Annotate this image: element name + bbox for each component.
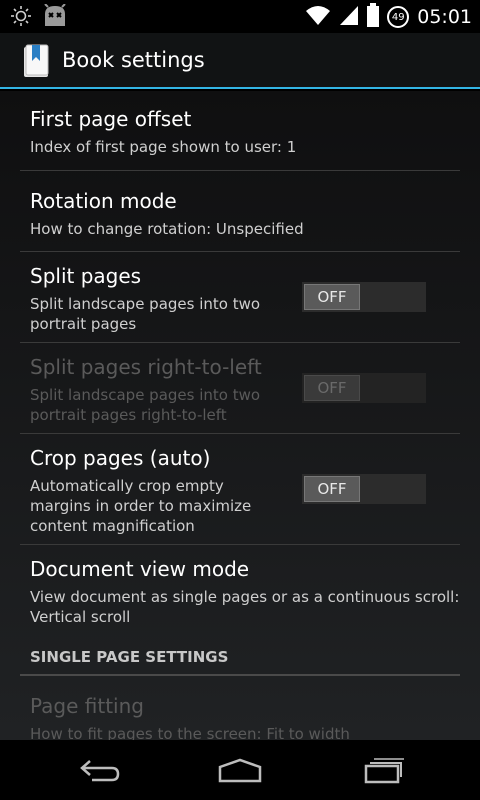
toggle-knob: OFF (304, 476, 360, 502)
pref-page-fitting: Page fitting How to fit pages to the scr… (20, 676, 460, 740)
app-book-icon[interactable] (20, 43, 52, 79)
pref-split-pages[interactable]: Split pages Split landscape pages into t… (20, 252, 460, 343)
toggle-knob: OFF (304, 284, 360, 310)
split-pages-rtl-toggle: OFF (302, 373, 426, 403)
recent-apps-icon[interactable] (352, 754, 412, 786)
notification-badge: 49 (387, 6, 410, 28)
home-icon[interactable] (210, 754, 270, 786)
wifi-icon (305, 4, 331, 30)
brightness-icon (10, 5, 32, 31)
signal-icon (339, 4, 359, 30)
pref-title: Crop pages (auto) (30, 446, 211, 470)
pref-title: First page offset (30, 107, 192, 131)
pref-title: Document view mode (30, 557, 250, 581)
preferences-list[interactable]: First page offset Index of first page sh… (0, 91, 480, 740)
split-pages-toggle[interactable]: OFF (302, 282, 426, 312)
pref-summary: Index of first page shown to user: 1 (30, 138, 297, 156)
pref-title: Rotation mode (30, 189, 177, 213)
page-title: Book settings (62, 48, 205, 72)
status-bar: 49 05:01 (0, 0, 480, 33)
pref-split-pages-rtl: Split pages right-to-left Split landscap… (20, 343, 460, 434)
android-robot-icon (42, 3, 68, 32)
pref-document-view-mode[interactable]: Document view mode View document as sing… (20, 545, 460, 640)
pref-summary: View document as single pages or as a co… (30, 588, 460, 626)
pref-crop-pages[interactable]: Crop pages (auto) Automatically crop emp… (20, 434, 460, 545)
pref-rotation-mode[interactable]: Rotation mode How to change rotation: Un… (20, 171, 460, 252)
pref-summary: Split landscape pages into two portrait … (30, 295, 261, 333)
pref-title: Page fitting (30, 694, 144, 718)
status-time: 05:01 (417, 6, 472, 28)
section-header-single-page: SINGLE PAGE SETTINGS (20, 640, 460, 676)
pref-summary: How to change rotation: Unspecified (30, 220, 304, 238)
pref-first-page-offset[interactable]: First page offset Index of first page sh… (20, 91, 460, 171)
pref-summary: How to fit pages to the screen: Fit to w… (30, 725, 350, 740)
pref-summary: Split landscape pages into two portrait … (30, 386, 261, 424)
action-bar: Book settings (0, 33, 480, 89)
crop-pages-toggle[interactable]: OFF (302, 474, 426, 504)
back-icon[interactable] (70, 754, 130, 786)
navigation-bar (0, 740, 480, 800)
pref-summary: Automatically crop empty margins in orde… (30, 477, 252, 535)
toggle-knob: OFF (304, 375, 360, 401)
battery-icon (367, 3, 380, 31)
